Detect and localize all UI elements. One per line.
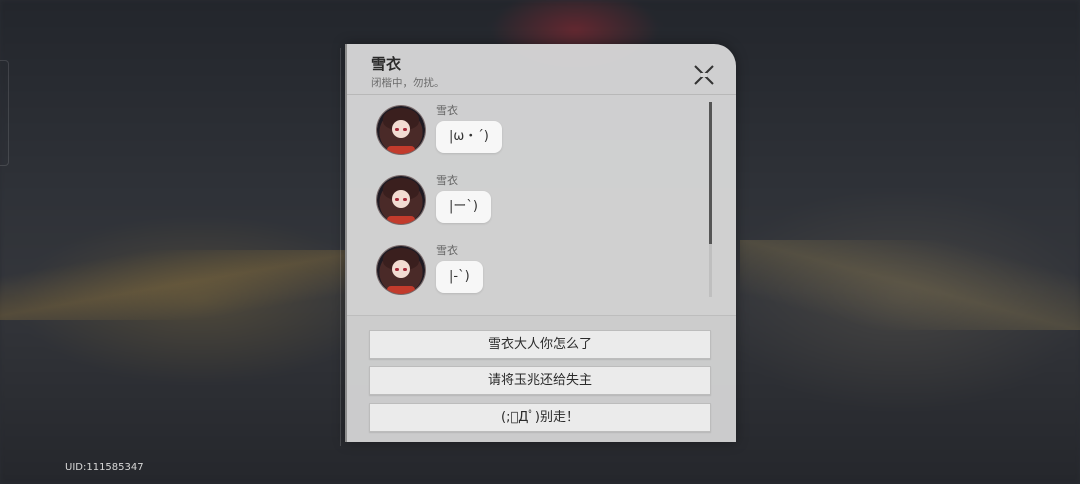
reply-options: 雪衣大人你怎么了 请将玉兆还给失主 (;ﾟДﾟ)别走！ <box>347 316 736 442</box>
contact-status: 闭楷中，勿扰。 <box>371 77 445 89</box>
message-bubble: |ω・´) <box>436 121 502 153</box>
uid-label: UID:111585347 <box>65 462 144 473</box>
chat-message: 雪衣 |ー`) <box>377 172 677 230</box>
reply-option-button[interactable]: (;ﾟДﾟ)别走！ <box>369 403 711 432</box>
message-sender: 雪衣 <box>436 174 458 187</box>
scrollbar-thumb[interactable] <box>709 102 712 244</box>
avatar <box>377 176 425 224</box>
close-icon[interactable] <box>692 63 716 87</box>
message-bubble: |ー`) <box>436 191 491 223</box>
reply-option-button[interactable]: 雪衣大人你怎么了 <box>369 330 711 359</box>
contact-name: 雪衣 <box>371 55 402 73</box>
side-panel-edge <box>0 60 9 166</box>
avatar <box>377 106 425 154</box>
dialog-header: 雪衣 闭楷中，勿扰。 <box>347 44 736 95</box>
message-sender: 雪衣 <box>436 244 458 257</box>
avatar <box>377 246 425 294</box>
background-light-streak <box>740 240 1080 330</box>
chat-history[interactable]: 雪衣 |ω・´) 雪衣 |ー`) 雪衣 |-`) <box>347 96 736 316</box>
message-sender: 雪衣 <box>436 104 458 117</box>
chat-message: 雪衣 |ω・´) <box>377 102 677 160</box>
background-light-streak <box>0 250 350 320</box>
chat-dialog: 雪衣 闭楷中，勿扰。 雪衣 |ω・´) 雪衣 |ー`) 雪衣 |-`) 雪衣大人… <box>345 44 736 442</box>
reply-option-button[interactable]: 请将玉兆还给失主 <box>369 366 711 395</box>
chat-message: 雪衣 |-`) <box>377 242 677 300</box>
message-bubble: |-`) <box>436 261 483 293</box>
chat-scrollbar[interactable] <box>709 102 712 297</box>
